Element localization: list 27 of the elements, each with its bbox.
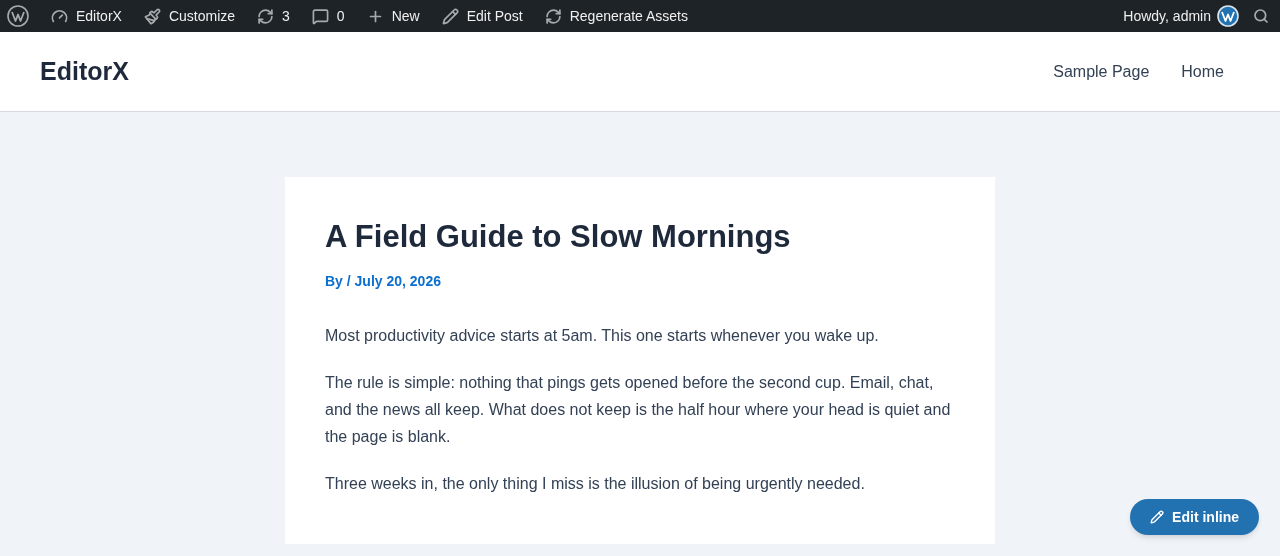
comment-icon: [311, 7, 329, 25]
account-link[interactable]: Howdy, admin: [1123, 5, 1239, 27]
post-title: A Field Guide to Slow Mornings: [325, 218, 792, 256]
pencil-icon: [441, 7, 459, 25]
post-meta: By / July 20, 2026: [325, 272, 442, 292]
admin-bar-link[interactable]: 0: [311, 5, 345, 27]
wordpress-logo-icon: [1217, 5, 1239, 27]
search-icon[interactable]: [1253, 8, 1269, 24]
gauge-icon: [51, 7, 68, 25]
admin-bar-link[interactable]: Edit Post: [441, 5, 523, 27]
nav-link[interactable]: Home: [1181, 59, 1224, 84]
post-paragraph: Three weeks in, the only thing I miss is the illusion of being urgently needed.: [325, 474, 866, 495]
admin-bar-link[interactable]: New: [366, 5, 420, 27]
site-title[interactable]: EditorX: [40, 52, 129, 91]
refresh-icon: [257, 7, 275, 25]
nav-link[interactable]: Sample Page: [1053, 59, 1150, 84]
refresh-icon: [544, 7, 562, 25]
admin-bar-link[interactable]: Regenerate Assets: [544, 5, 688, 27]
admin-bar-link[interactable]: Customize: [143, 5, 236, 27]
paintbrush-icon: [143, 7, 161, 25]
wordpress-logo-icon: [7, 5, 29, 27]
admin-bar-link[interactable]: 3: [257, 5, 290, 27]
admin-bar-link[interactable]: EditorX: [51, 5, 122, 27]
pencil-icon: [1150, 510, 1165, 524]
post-paragraph: Most productivity advice starts at 5am. This one starts whenever you wake up.: [325, 326, 880, 347]
post-paragraph: The rule is simple: nothing that pings gets opened before the second cup. Email, chat, and the news all keep. What does not keep is the half hour where your head is quiet and the page is blank.: [325, 373, 952, 448]
edit-inline-button[interactable]: Edit inline: [1130, 499, 1259, 535]
